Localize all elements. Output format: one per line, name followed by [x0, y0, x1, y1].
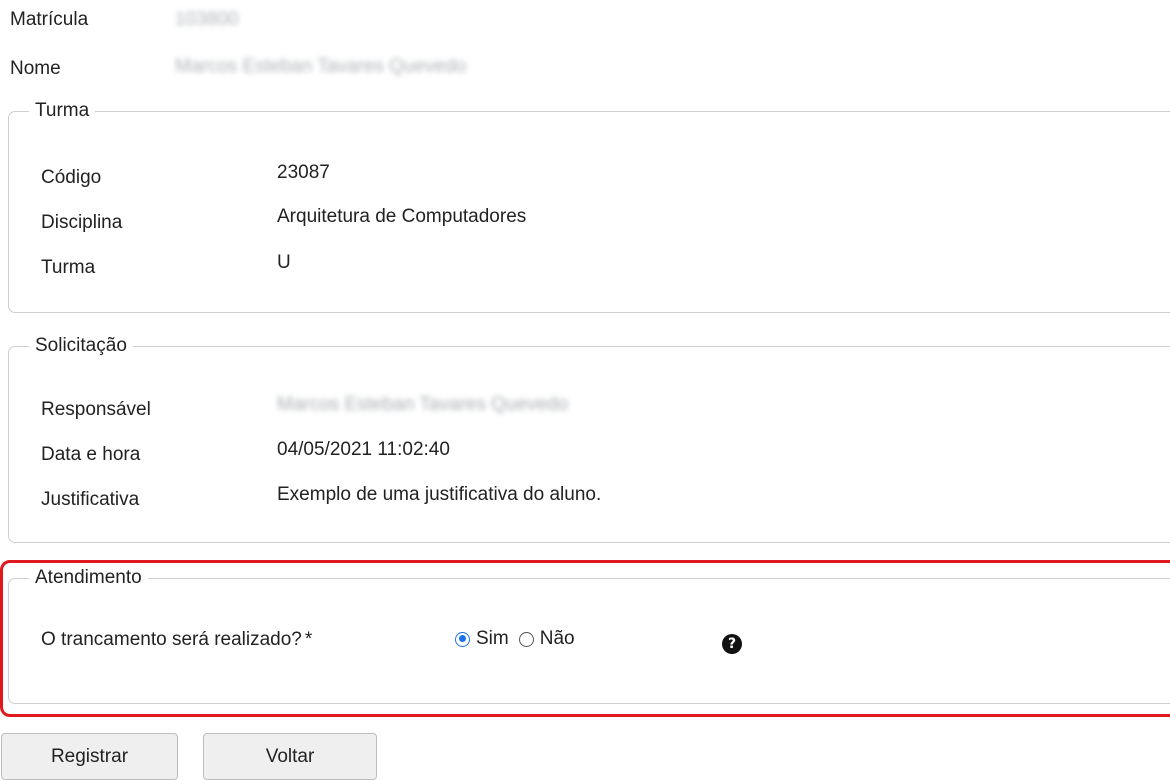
- disciplina-label: Disciplina: [41, 212, 123, 233]
- voltar-button[interactable]: Voltar: [203, 733, 377, 780]
- turma-fieldset: Turma Código 23087 Disciplina Arquitetur…: [8, 99, 1170, 313]
- registrar-button[interactable]: Registrar: [1, 733, 178, 780]
- justificativa-label: Justificativa: [41, 489, 140, 510]
- question-circle-icon[interactable]: ?: [722, 634, 742, 654]
- justificativa-value: Exemplo de uma justificativa do aluno.: [277, 484, 602, 505]
- nome-value: Marcos Esteban Tavares Quevedo: [175, 56, 467, 77]
- responsavel-value: Marcos Esteban Tavares Quevedo: [277, 394, 569, 415]
- radio-nao-label[interactable]: Não: [540, 628, 575, 650]
- nome-label: Nome: [10, 58, 61, 79]
- responsavel-label: Responsável: [41, 399, 151, 420]
- radio-nao[interactable]: [518, 631, 534, 647]
- solicitacao-fieldset: Solicitação Responsável Marcos Esteban T…: [8, 334, 1170, 543]
- trancamento-radio-group: Sim Não: [455, 628, 585, 650]
- atendimento-legend: Atendimento: [29, 566, 148, 590]
- radio-sim-label[interactable]: Sim: [476, 628, 509, 650]
- solicitacao-legend: Solicitação: [29, 334, 133, 358]
- required-mark: *: [304, 629, 313, 650]
- data-hora-value: 04/05/2021 11:02:40: [277, 439, 450, 460]
- radio-sim[interactable]: [455, 631, 470, 647]
- disciplina-value: Arquitetura de Computadores: [277, 206, 527, 227]
- trancamento-question: O trancamento será realizado? *: [41, 629, 312, 651]
- matricula-label: Matrícula: [10, 9, 89, 30]
- data-hora-label: Data e hora: [41, 444, 141, 465]
- turma-value: U: [277, 252, 291, 273]
- codigo-label: Código: [41, 167, 102, 188]
- atendimento-fieldset: Atendimento O trancamento será realizado…: [8, 566, 1170, 704]
- codigo-value: 23087: [277, 162, 330, 183]
- turma-legend: Turma: [29, 99, 96, 123]
- trancamento-question-text: O trancamento será realizado?: [41, 629, 302, 650]
- turma-label: Turma: [41, 257, 96, 278]
- matricula-value: 103800: [175, 9, 239, 30]
